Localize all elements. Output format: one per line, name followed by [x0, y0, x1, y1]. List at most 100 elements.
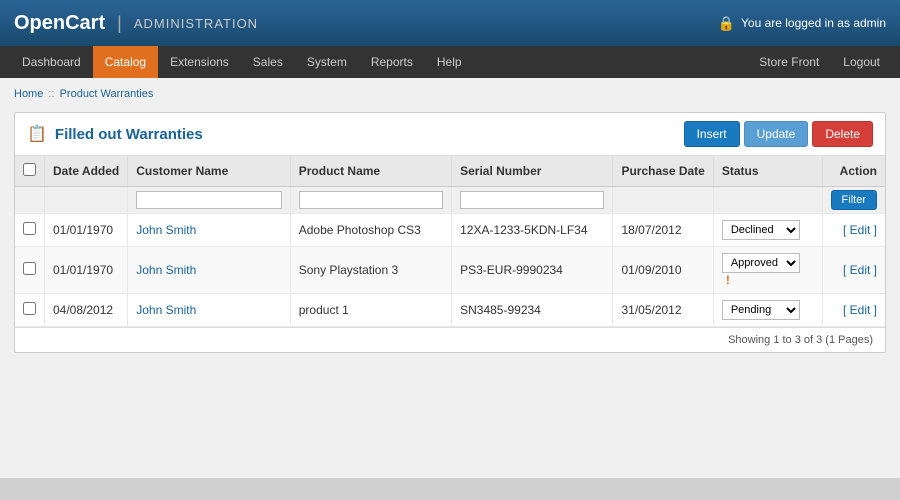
nav-right-buttons: Store Front Logout: [749, 51, 890, 73]
panel-actions: Insert Update Delete: [684, 121, 873, 147]
row-customer-name: John Smith: [128, 294, 291, 327]
edit-link[interactable]: [ Edit ]: [843, 303, 877, 317]
header-divider: |: [117, 13, 122, 34]
breadcrumb-home[interactable]: Home: [14, 88, 43, 100]
panel-footer: Showing 1 to 3 of 3 (1 Pages): [15, 327, 885, 352]
row-status: Declined Approved Pending: [713, 214, 822, 247]
row-select-checkbox[interactable]: [23, 262, 36, 275]
col-status: Status: [713, 156, 822, 187]
row-status: Declined Approved Pending !: [713, 247, 822, 294]
content-area: Home :: Product Warranties 📋 Filled out …: [0, 78, 900, 478]
row-serial-number: SN3485-99234: [452, 294, 613, 327]
row-serial-number: 12XA-1233-5KDN-LF34: [452, 214, 613, 247]
select-all-checkbox[interactable]: [23, 163, 36, 176]
nav-item-reports[interactable]: Reports: [359, 46, 425, 78]
status-select[interactable]: Declined Approved Pending: [722, 253, 800, 273]
panel-title: 📋 Filled out Warranties: [27, 124, 203, 144]
row-date-added: 01/01/1970: [45, 247, 128, 294]
col-product-name: Product Name: [290, 156, 451, 187]
panel-title-text: Filled out Warranties: [55, 126, 203, 143]
table-row: 04/08/2012 John Smith product 1 SN3485-9…: [15, 294, 885, 327]
lock-icon: 🔒: [718, 15, 735, 32]
admin-label: ADMINISTRATION: [134, 16, 258, 31]
logged-in-indicator: 🔒 You are logged in as admin: [718, 15, 886, 32]
row-date-added: 04/08/2012: [45, 294, 128, 327]
col-customer-name: Customer Name: [128, 156, 291, 187]
panel-header: 📋 Filled out Warranties Insert Update De…: [15, 113, 885, 156]
row-customer-name: John Smith: [128, 247, 291, 294]
edit-link[interactable]: [ Edit ]: [843, 223, 877, 237]
row-product-name: product 1: [290, 294, 451, 327]
edit-link[interactable]: [ Edit ]: [843, 263, 877, 277]
status-select[interactable]: Declined Approved Pending: [722, 220, 800, 240]
warranties-panel: 📋 Filled out Warranties Insert Update De…: [14, 112, 886, 353]
row-serial-number: PS3-EUR-9990234: [452, 247, 613, 294]
row-checkbox: [15, 294, 45, 327]
nav-item-catalog[interactable]: Catalog: [93, 46, 158, 78]
customer-link[interactable]: John Smith: [136, 263, 196, 277]
store-front-button[interactable]: Store Front: [749, 51, 829, 73]
row-action: [ Edit ]: [822, 214, 885, 247]
filter-customer-cell: [128, 187, 291, 214]
row-product-name: Adobe Photoshop CS3: [290, 214, 451, 247]
pagination-text: Showing 1 to 3 of 3 (1 Pages): [728, 334, 873, 346]
row-select-checkbox[interactable]: [23, 222, 36, 235]
filter-product-cell: [290, 187, 451, 214]
status-select[interactable]: Declined Approved Pending: [722, 300, 800, 320]
col-date-added: Date Added: [45, 156, 128, 187]
warranties-table: Date Added Customer Name Product Name Se…: [15, 156, 885, 327]
filter-status-cell: [713, 187, 822, 214]
col-action: Action: [822, 156, 885, 187]
navbar: Dashboard Catalog Extensions Sales Syste…: [0, 46, 900, 78]
filter-action-cell: Filter: [822, 187, 885, 214]
customer-name-filter[interactable]: [136, 191, 282, 209]
filter-date-cell: [45, 187, 128, 214]
row-customer-name: John Smith: [128, 214, 291, 247]
logout-button[interactable]: Logout: [833, 51, 890, 73]
row-select-checkbox[interactable]: [23, 302, 36, 315]
nav-menu: Dashboard Catalog Extensions Sales Syste…: [10, 46, 474, 78]
row-product-name: Sony Playstation 3: [290, 247, 451, 294]
filter-button[interactable]: Filter: [831, 190, 877, 210]
nav-item-extensions[interactable]: Extensions: [158, 46, 241, 78]
col-purchase-date: Purchase Date: [613, 156, 713, 187]
delete-button[interactable]: Delete: [812, 121, 873, 147]
logged-in-text: You are logged in as admin: [741, 16, 886, 30]
row-purchase-date: 18/07/2012: [613, 214, 713, 247]
col-checkbox: [15, 156, 45, 187]
row-checkbox: [15, 247, 45, 294]
row-checkbox: [15, 214, 45, 247]
panel-title-icon: 📋: [27, 124, 47, 144]
logo: OpenCart: [14, 12, 105, 35]
row-purchase-date: 31/05/2012: [613, 294, 713, 327]
table-header-row: Date Added Customer Name Product Name Se…: [15, 156, 885, 187]
col-serial-number: Serial Number: [452, 156, 613, 187]
header: OpenCart | ADMINISTRATION 🔒 You are logg…: [0, 0, 900, 46]
insert-button[interactable]: Insert: [684, 121, 740, 147]
filter-row: Filter: [15, 187, 885, 214]
nav-item-help[interactable]: Help: [425, 46, 474, 78]
nav-item-sales[interactable]: Sales: [241, 46, 295, 78]
breadcrumb-separator: ::: [48, 88, 57, 100]
table-row: 01/01/1970 John Smith Adobe Photoshop CS…: [15, 214, 885, 247]
row-action: [ Edit ]: [822, 294, 885, 327]
filter-serial-cell: [452, 187, 613, 214]
filter-purchase-cell: [613, 187, 713, 214]
nav-item-system[interactable]: System: [295, 46, 359, 78]
row-purchase-date: 01/09/2010: [613, 247, 713, 294]
table-row: 01/01/1970 John Smith Sony Playstation 3…: [15, 247, 885, 294]
breadcrumb-product-warranties[interactable]: Product Warranties: [60, 88, 154, 100]
table-body: 01/01/1970 John Smith Adobe Photoshop CS…: [15, 214, 885, 327]
product-name-filter[interactable]: [299, 191, 443, 209]
nav-item-dashboard[interactable]: Dashboard: [10, 46, 93, 78]
customer-link[interactable]: John Smith: [136, 223, 196, 237]
update-button[interactable]: Update: [744, 121, 809, 147]
warning-icon: !: [726, 273, 730, 287]
customer-link[interactable]: John Smith: [136, 303, 196, 317]
row-status: Declined Approved Pending: [713, 294, 822, 327]
row-date-added: 01/01/1970: [45, 214, 128, 247]
breadcrumb: Home :: Product Warranties: [14, 84, 886, 104]
filter-checkbox-cell: [15, 187, 45, 214]
serial-number-filter[interactable]: [460, 191, 604, 209]
header-left: OpenCart | ADMINISTRATION: [14, 12, 258, 35]
